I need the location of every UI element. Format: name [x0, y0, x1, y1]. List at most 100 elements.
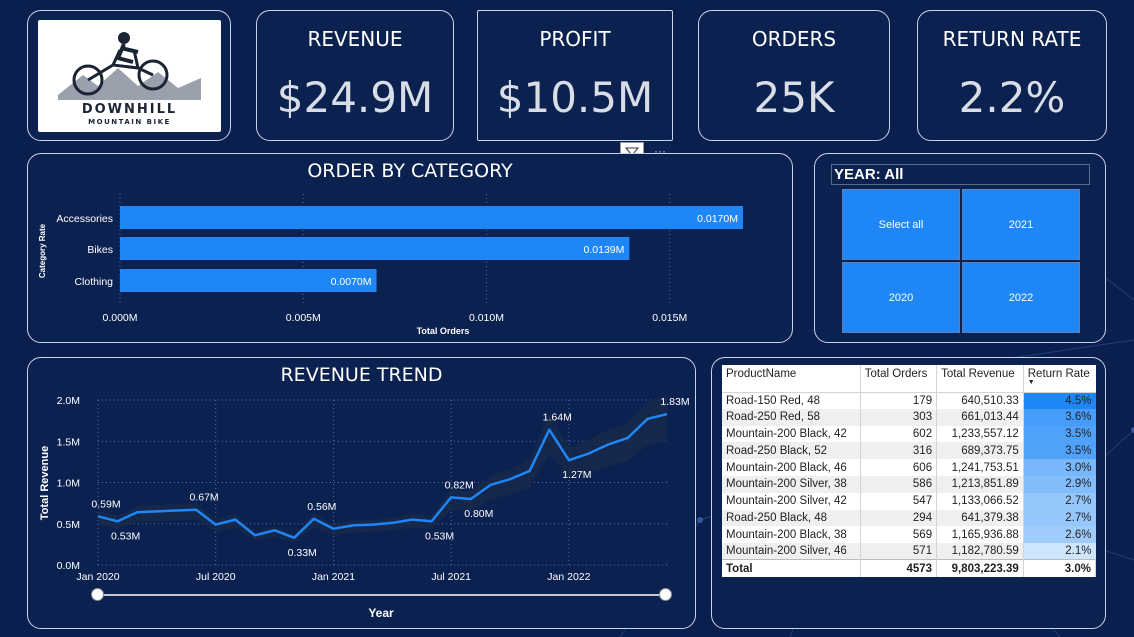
- line-data-label: 1.64M: [543, 412, 572, 424]
- slider-start-handle[interactable]: [91, 588, 104, 601]
- total-revenue: 9,803,223.39: [936, 559, 1024, 577]
- y-tick-label: 2.0M: [57, 395, 80, 407]
- x-tick-label: 0.005M: [286, 312, 321, 324]
- table-row[interactable]: Road-250 Black, 48 294 641,379.38 2.7%: [722, 509, 1096, 527]
- cell-product-name: Mountain-200 Silver, 42: [722, 492, 861, 510]
- line-data-label: 0.33M: [288, 547, 317, 559]
- orders-value: 25K: [753, 73, 835, 122]
- y-axis-title: Total Revenue: [39, 446, 51, 520]
- revenue-value: $24.9M: [276, 73, 434, 122]
- revenue-line-chart: 0.0M0.5M1.0M1.5M2.0MJan 2020 Jul 2020 Jan …: [39, 395, 690, 620]
- cell-product-name: Road-250 Red, 58: [722, 408, 861, 426]
- logo-subtitle: MOUNTAIN BIKE: [88, 118, 171, 126]
- table-row[interactable]: Mountain-200 Silver, 38 586 1,213,851.89 2.…: [722, 475, 1096, 493]
- x-tick-label: Jul 2021: [431, 571, 471, 583]
- cell-product-name: Road-250 Black, 48: [722, 509, 861, 527]
- line-data-label: 0.82M: [445, 479, 474, 491]
- cell-total-orders: 571: [860, 543, 938, 560]
- x-axis-title: Year: [368, 606, 394, 620]
- line-data-label: 0.80M: [464, 508, 493, 520]
- col-product-name[interactable]: ProductName: [722, 365, 861, 393]
- total-orders: 4573: [860, 559, 938, 577]
- cell-return-rate: 2.9%: [1023, 475, 1096, 493]
- return-rate-card[interactable]: RETURN RATE 2.2%: [917, 10, 1107, 141]
- table-row[interactable]: Road-250 Black, 52 316 689,373.75 3.5%: [722, 442, 1096, 460]
- y-axis-title: Category Rate: [38, 223, 47, 278]
- cell-total-orders: 602: [860, 425, 938, 443]
- x-axis-title: Total Orders: [417, 326, 470, 336]
- logo-name: DOWNHILL: [81, 102, 178, 117]
- profit-value: $10.5M: [496, 73, 654, 122]
- cell-total-revenue: 641,379.38: [936, 509, 1024, 527]
- col-return-rate[interactable]: Return Rate ▼: [1023, 365, 1096, 393]
- orders-card[interactable]: ORDERS 25K: [698, 10, 890, 141]
- cell-return-rate: 3.5%: [1023, 425, 1096, 443]
- category-label: Accessories: [56, 213, 113, 225]
- cell-product-name: Road-250 Black, 52: [722, 442, 861, 460]
- category-label: Bikes: [87, 244, 113, 256]
- table-row[interactable]: Mountain-200 Silver, 46 571 1,182,780.59 2.…: [722, 543, 1096, 560]
- cell-product-name: Road-150 Red, 48: [722, 392, 861, 409]
- cell-total-orders: 179: [860, 392, 938, 409]
- cell-return-rate: 2.1%: [1023, 543, 1096, 560]
- category-bar-chart: 0.000M 0.005M 0.010M 0.015M Accessories 0.017…: [38, 194, 743, 336]
- year-option-select-all[interactable]: Select all: [842, 189, 960, 260]
- cell-total-revenue: 1,182,780.59: [936, 543, 1024, 560]
- x-tick-label: 0.000M: [102, 312, 137, 324]
- sort-desc-icon: ▼: [1027, 379, 1035, 386]
- col-total-revenue[interactable]: Total Revenue: [936, 365, 1024, 393]
- line-data-label: 1.27M: [562, 469, 591, 481]
- line-data-label: 0.59M: [91, 498, 120, 510]
- bar-data-label: 0.0170M: [697, 213, 738, 225]
- year-option-2020[interactable]: 2020: [842, 262, 960, 333]
- revenue-card[interactable]: REVENUE $24.9M: [256, 10, 454, 141]
- line-data-label: 0.67M: [190, 492, 219, 504]
- category-label: Clothing: [74, 276, 113, 288]
- table-row[interactable]: Mountain-200 Silver, 42 547 1,133,066.52 2.…: [722, 492, 1096, 510]
- col-total-orders[interactable]: Total Orders: [860, 365, 938, 393]
- revenue-title: REVENUE: [307, 27, 403, 51]
- year-option-2022[interactable]: 2022: [962, 262, 1080, 333]
- table-row[interactable]: Mountain-200 Black, 46 606 1,241,753.51 3.0…: [722, 459, 1096, 476]
- table-row[interactable]: Road-250 Red, 58 303 661,013.44 3.6%: [722, 408, 1096, 426]
- year-option-2021[interactable]: 2021: [962, 189, 1080, 260]
- cell-total-orders: 316: [860, 442, 938, 460]
- x-tick-label: 0.015M: [652, 312, 687, 324]
- cell-return-rate: 3.0%: [1023, 459, 1096, 476]
- cell-total-orders: 294: [860, 509, 938, 527]
- cell-return-rate: 3.6%: [1023, 408, 1096, 426]
- total-name: Total: [722, 559, 861, 577]
- cell-product-name: Mountain-200 Silver, 46: [722, 543, 861, 560]
- order-by-category-card: ORDER BY CATEGORY 0.000M 0.005M 0.010M 0.01…: [27, 153, 793, 343]
- y-tick-label: 1.5M: [57, 436, 80, 448]
- x-tick-label: 0.010M: [469, 312, 504, 324]
- table-row[interactable]: Mountain-200 Black, 38 569 1,165,936.88 2.6…: [722, 526, 1096, 544]
- x-tick-label: Jan 2022: [547, 571, 590, 583]
- orders-title: ORDERS: [751, 27, 837, 51]
- logo-card: DOWNHILL MOUNTAIN BIKE: [27, 10, 231, 141]
- return-rate-title: RETURN RATE: [942, 27, 1082, 51]
- cell-total-revenue: 1,241,753.51: [936, 459, 1024, 476]
- return-rate-value: 2.2%: [958, 73, 1066, 122]
- cell-product-name: Mountain-200 Black, 46: [722, 459, 861, 476]
- slider-end-handle[interactable]: [659, 588, 672, 601]
- y-tick-label: 0.5M: [57, 519, 80, 531]
- x-tick-label: Jan 2021: [312, 571, 355, 583]
- cell-total-revenue: 640,510.33: [936, 392, 1024, 409]
- date-range-slider[interactable]: [97, 594, 666, 596]
- cell-return-rate: 2.6%: [1023, 526, 1096, 544]
- table-row[interactable]: Road-150 Red, 48 179 640,510.33 4.5%: [722, 392, 1096, 409]
- table-row[interactable]: Mountain-200 Black, 42 602 1,233,557.12 3.5…: [722, 425, 1096, 443]
- cell-total-revenue: 1,213,851.89: [936, 475, 1024, 493]
- cell-return-rate: 2.7%: [1023, 492, 1096, 510]
- line-data-label: 0.53M: [111, 530, 140, 542]
- year-slicer-header: YEAR: All: [831, 164, 1090, 185]
- total-rate: 3.0%: [1023, 559, 1097, 577]
- profit-card[interactable]: PROFIT $10.5M: [477, 10, 673, 141]
- profit-title: PROFIT: [539, 27, 611, 51]
- cell-return-rate: 3.5%: [1023, 442, 1096, 460]
- logo: DOWNHILL MOUNTAIN BIKE: [38, 20, 221, 132]
- cell-product-name: Mountain-200 Silver, 38: [722, 475, 861, 493]
- product-table: ProductName Total Orders Total Revenue R…: [722, 365, 1097, 577]
- bar-data-label: 0.0070M: [331, 276, 372, 288]
